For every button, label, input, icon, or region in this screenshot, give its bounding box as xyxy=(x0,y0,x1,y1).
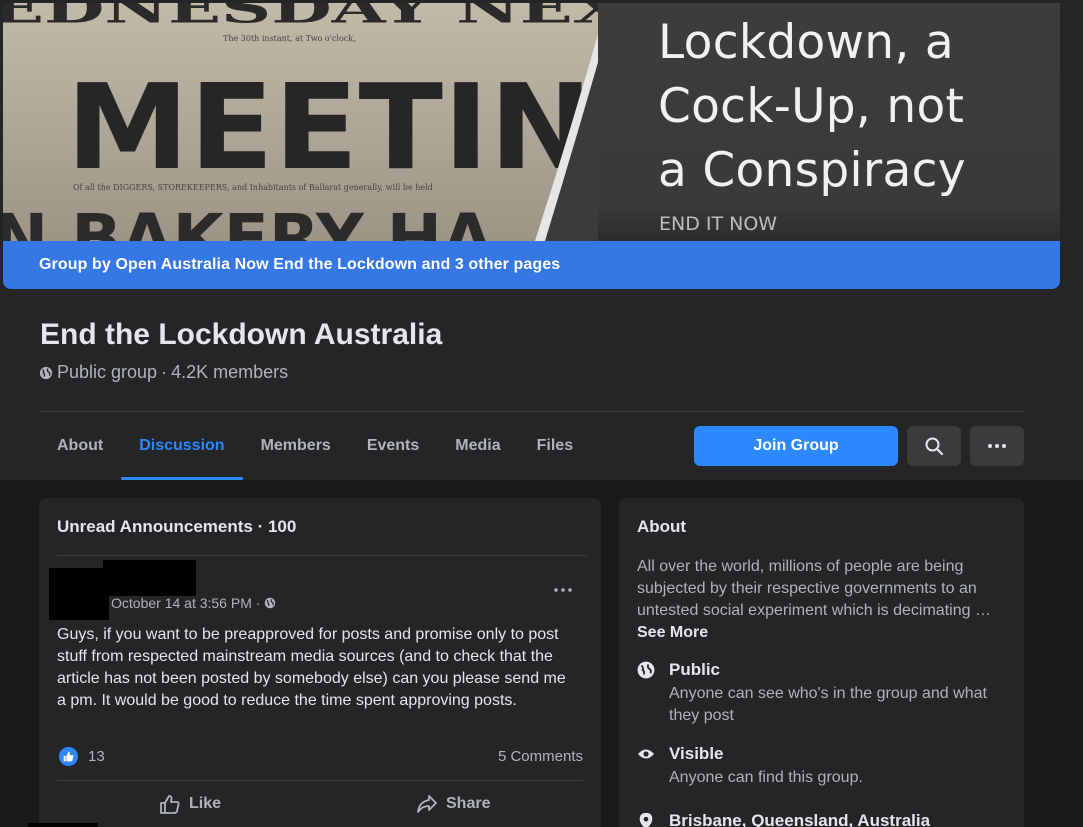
redacted-avatar xyxy=(49,568,109,620)
join-group-button[interactable]: Join Group xyxy=(694,426,898,466)
cover-subline: END IT NOW xyxy=(659,213,778,235)
newspaper-line-1: EDNESDAY NEX xyxy=(3,3,613,33)
action-divider xyxy=(57,780,583,781)
post-timestamp[interactable]: October 14 at 3:56 PM · xyxy=(111,595,276,611)
announcements-title[interactable]: Unread Announcements · 100 xyxy=(57,517,296,537)
svg-text:The 30th instant, at Two o'clo: The 30th instant, at Two o'clock, xyxy=(223,34,356,43)
post-time-text[interactable]: October 14 at 3:56 PM · xyxy=(111,595,260,611)
like-count[interactable]: 13 xyxy=(88,748,105,765)
share-label[interactable]: Share xyxy=(446,795,490,813)
search-button[interactable] xyxy=(907,426,961,466)
cover-headline-line: a Conspiracy xyxy=(658,143,966,198)
redacted-area xyxy=(28,823,98,827)
search-icon xyxy=(925,437,944,456)
group-meta: Public group · 4.2K members xyxy=(39,362,288,383)
tab-events[interactable]: Events xyxy=(349,412,437,480)
newspaper-line-3: N BAKERY HA xyxy=(3,200,493,241)
meta-separator: · xyxy=(161,362,168,382)
announcements-card: Unread Announcements · 100 October 14 at… xyxy=(39,498,601,827)
location-pin-icon xyxy=(639,812,653,827)
member-count[interactable]: 4.2K members xyxy=(171,362,288,383)
tab-about[interactable]: About xyxy=(39,412,121,480)
cover-headline: Lockdown, a Cock-Up, not a Conspiracy xyxy=(658,11,1018,203)
visibility-description: Anyone can find this group. xyxy=(669,769,863,786)
globe-icon xyxy=(637,661,655,679)
post-body: Guys, if you want to be preapproved for … xyxy=(57,626,566,709)
cover-headline-line: Cock-Up, not xyxy=(658,79,965,134)
banner-text[interactable]: Group by Open Australia Now End the Lock… xyxy=(39,256,560,274)
group-owner-banner[interactable]: Group by Open Australia Now End the Lock… xyxy=(3,241,1060,289)
newspaper-line-2: MEETIN xyxy=(66,59,593,197)
tab-media[interactable]: Media xyxy=(437,412,518,480)
like-label[interactable]: Like xyxy=(189,795,221,813)
cover-headline-line: Lockdown, a xyxy=(658,15,954,70)
tab-files[interactable]: Files xyxy=(519,412,591,480)
location-title[interactable]: Brisbane, Queensland, Australia xyxy=(669,811,930,827)
like-reaction-icon[interactable] xyxy=(59,747,78,766)
privacy-title: Public xyxy=(669,660,721,679)
see-more-link[interactable]: See More xyxy=(637,624,708,641)
visibility-title: Visible xyxy=(669,744,724,763)
like-button[interactable]: Like xyxy=(159,792,221,816)
share-button[interactable]: Share xyxy=(416,792,490,816)
group-privacy[interactable]: Public group xyxy=(57,362,157,383)
globe-icon xyxy=(39,366,53,379)
cover-photo: EDNESDAY NEX The 30th instant, at Two o'… xyxy=(3,3,1060,289)
comments-count[interactable]: 5 Comments xyxy=(498,748,583,765)
thumbs-up-icon xyxy=(63,751,74,762)
more-options-button[interactable] xyxy=(970,426,1024,466)
about-description: All over the world, millions of people a… xyxy=(637,556,1012,644)
thumbs-up-icon xyxy=(160,795,180,814)
more-horizontal-icon xyxy=(554,588,572,592)
about-card: About All over the world, millions of pe… xyxy=(619,498,1024,827)
tab-members[interactable]: Members xyxy=(243,412,349,480)
page-title: End the Lockdown Australia xyxy=(40,318,443,351)
group-tabs: About Discussion Members Events Media Fi… xyxy=(39,412,591,480)
newspaper-image: EDNESDAY NEX The 30th instant, at Two o'… xyxy=(3,3,613,241)
share-icon xyxy=(417,795,437,813)
post-options-button[interactable] xyxy=(549,580,577,600)
about-description-text: All over the world, millions of people a… xyxy=(637,558,991,619)
eye-icon xyxy=(638,749,654,759)
more-horizontal-icon xyxy=(988,444,1006,448)
card-divider xyxy=(57,555,587,556)
privacy-description: Anyone can see who's in the group and wh… xyxy=(669,685,987,724)
globe-icon xyxy=(265,597,276,609)
redacted-author-name xyxy=(103,560,196,596)
svg-text:Of all the DIGGERS, STOREKEEPE: Of all the DIGGERS, STOREKEEPERS, and In… xyxy=(73,183,433,192)
tab-discussion[interactable]: Discussion xyxy=(121,412,243,480)
about-title: About xyxy=(637,517,687,536)
